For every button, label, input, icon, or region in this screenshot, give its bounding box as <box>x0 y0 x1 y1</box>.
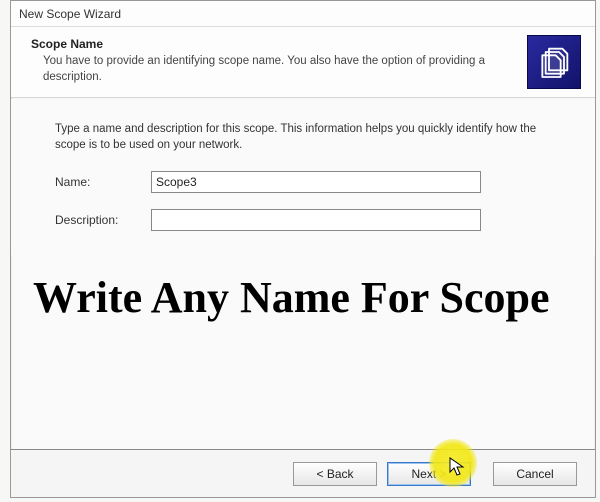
window-titlebar: New Scope Wizard <box>11 1 595 27</box>
window-title: New Scope Wizard <box>19 7 121 21</box>
header-separator <box>11 97 595 99</box>
scope-files-icon <box>527 35 581 89</box>
wizard-button-bar: < Back Next > Cancel <box>11 449 595 497</box>
wizard-body: Type a name and description for this sco… <box>11 99 595 255</box>
instruction-text: Type a name and description for this sco… <box>55 121 551 153</box>
wizard-header: Scope Name You have to provide an identi… <box>11 27 595 97</box>
description-row: Description: <box>55 209 551 231</box>
new-scope-wizard-dialog: New Scope Wizard Scope Name You have to … <box>10 0 596 498</box>
back-button[interactable]: < Back <box>293 462 377 486</box>
cancel-button[interactable]: Cancel <box>493 462 577 486</box>
next-button[interactable]: Next > <box>387 462 471 486</box>
description-label: Description: <box>55 213 151 227</box>
header-description: You have to provide an identifying scope… <box>31 54 515 85</box>
name-label: Name: <box>55 175 151 189</box>
description-input[interactable] <box>151 209 481 231</box>
annotation-text: Write Any Name For Scope <box>33 273 550 322</box>
name-input[interactable] <box>151 171 481 193</box>
header-title: Scope Name <box>31 37 515 51</box>
name-row: Name: <box>55 171 551 193</box>
